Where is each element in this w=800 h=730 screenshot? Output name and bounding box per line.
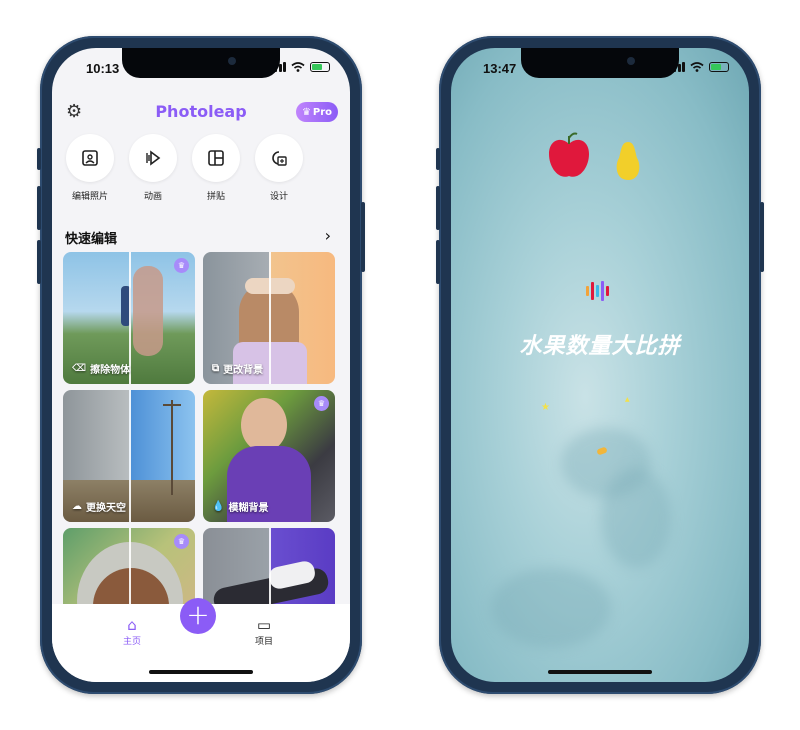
star-icon: ▲: [625, 396, 630, 403]
sound-wave-icon[interactable]: [585, 280, 611, 302]
tool-label: 编辑照片: [71, 192, 108, 202]
battery-icon: [310, 62, 330, 72]
card-label: 更换天空: [86, 503, 126, 514]
crown-icon: ♛: [301, 106, 311, 118]
card-change-background[interactable]: ⧉ 更改背景: [203, 252, 335, 384]
premium-crown-icon: ♛: [174, 534, 189, 549]
premium-crown-icon: ♛: [314, 396, 329, 411]
game-title: 水果数量大比拼: [519, 334, 681, 359]
card-label: 更改背景: [223, 365, 264, 376]
notch: [521, 48, 679, 78]
collage-icon: [208, 150, 224, 166]
notch: [122, 48, 280, 78]
premium-crown-icon: ♛: [174, 258, 189, 273]
star-icon: ★: [541, 402, 550, 413]
photo-icon: [82, 150, 98, 166]
status-time: 13:47: [483, 61, 517, 76]
wifi-icon: [690, 62, 704, 72]
cloud-icon: ☁: [72, 501, 82, 512]
tool-label: 设计: [269, 192, 288, 202]
eraser-icon: ⌫: [72, 363, 87, 374]
tab-bar: ⌂ 主页 + ▭ 项目: [52, 598, 350, 682]
tool-row: 编辑照片 动画 拼贴 设计: [66, 134, 303, 202]
card-erase-object[interactable]: ♛ ⌫ 擦除物体: [63, 252, 195, 384]
tab-projects[interactable]: ▭ 项目: [244, 616, 284, 647]
photoleap-screen: 10:13 ⚙ Photoleap ♛ Pro 编辑照片 动画 拼贴 设计 快速…: [52, 48, 350, 682]
status-time: 10:13: [86, 61, 120, 76]
battery-icon: [709, 62, 729, 72]
tool-animate[interactable]: 动画: [129, 134, 177, 202]
design-icon: [272, 151, 287, 166]
animate-icon: [146, 150, 161, 166]
tool-label: 动画: [143, 192, 162, 202]
pear-icon: [616, 142, 640, 180]
home-indicator[interactable]: [548, 670, 652, 674]
left-phone: 10:13 ⚙ Photoleap ♛ Pro 编辑照片 动画 拼贴 设计 快速…: [37, 36, 365, 694]
quick-edit-title: 快速编辑: [65, 232, 118, 247]
home-icon: ⌂: [127, 616, 137, 634]
tab-label: 项目: [254, 637, 273, 647]
drop-icon: 💧: [212, 501, 225, 512]
tab-home[interactable]: ⌂ 主页: [112, 616, 152, 647]
add-button[interactable]: +: [180, 598, 216, 634]
wifi-icon: [291, 62, 305, 72]
chevron-right-icon[interactable]: ›: [325, 228, 331, 244]
tool-edit-photo[interactable]: 编辑照片: [66, 134, 114, 202]
card-label: 擦除物体: [90, 365, 131, 376]
tab-label: 主页: [122, 637, 141, 647]
right-phone: 13:47 水果数量大比拼 ★ ▲: [436, 36, 764, 694]
tool-collage[interactable]: 拼贴: [192, 134, 240, 202]
pro-label: Pro: [312, 106, 333, 118]
home-indicator[interactable]: [149, 670, 253, 674]
tool-label: 拼贴: [206, 192, 225, 202]
quick-edit-header[interactable]: 快速编辑 ›: [65, 228, 337, 248]
card-replace-sky[interactable]: ☁ 更换天空: [63, 390, 195, 522]
card-blur-background[interactable]: ♛ 💧 模糊背景: [203, 390, 335, 522]
layers-icon: ⧉: [212, 363, 220, 374]
fruit-game-screen: 13:47 水果数量大比拼 ★ ▲: [451, 48, 749, 682]
pro-button[interactable]: ♛ Pro: [296, 102, 338, 122]
card-label: 模糊背景: [228, 503, 269, 514]
apple-icon: [549, 132, 589, 177]
folder-icon: ▭: [256, 616, 272, 634]
tool-design[interactable]: 设计: [255, 134, 303, 202]
